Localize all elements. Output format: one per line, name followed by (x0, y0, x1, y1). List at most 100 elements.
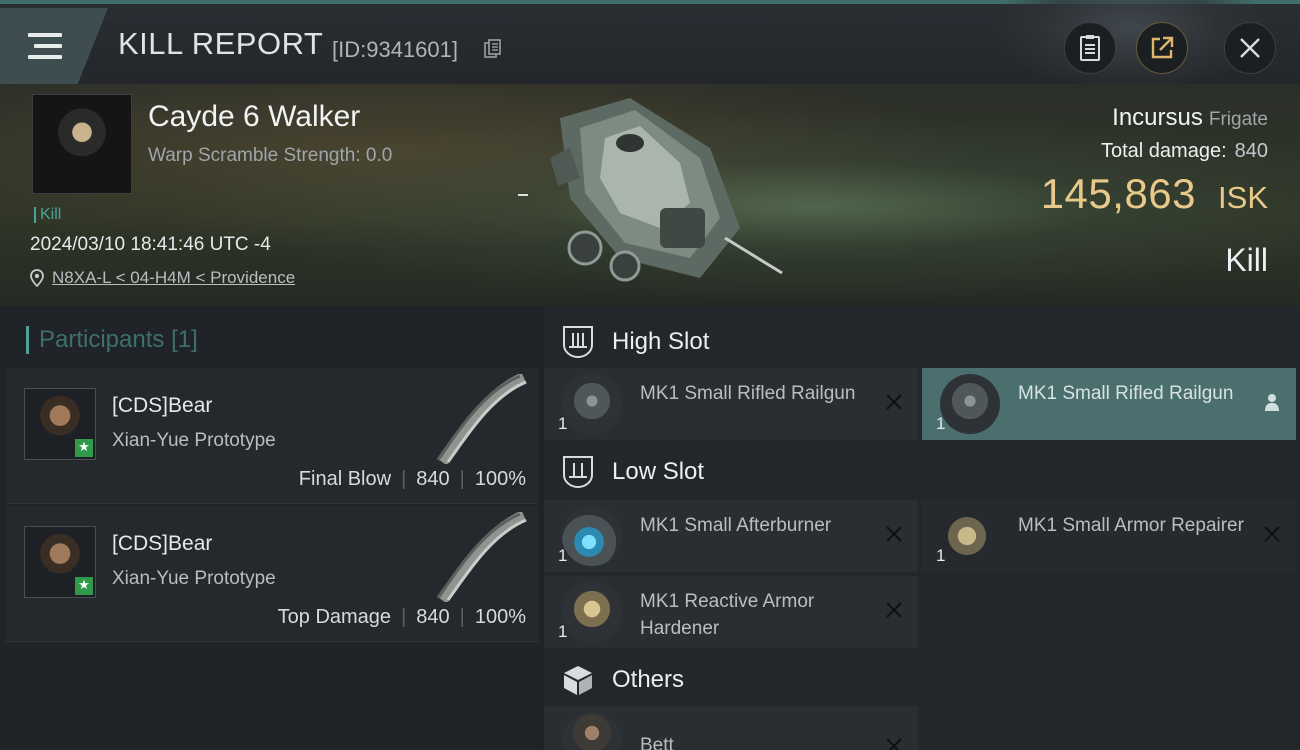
afterburner-icon (562, 506, 622, 566)
module-quantity: 1 (558, 414, 568, 433)
report-id: [ID:9341601] (332, 37, 458, 62)
kill-tag: Kill (34, 206, 61, 224)
fittings-panel: High Slot 1 MK1 Small Rifled Railgun 1 M… (544, 306, 1300, 750)
high-slot-header: High Slot (544, 312, 1300, 372)
participant-name[interactable]: [CDS]Bear (112, 532, 212, 556)
low-slot-header: Low Slot (544, 442, 1300, 502)
remove-x-icon (886, 602, 902, 618)
participants-header: Participants [1] (26, 326, 198, 354)
others-header: Others (544, 650, 1300, 710)
location-pin-icon (30, 269, 44, 287)
victim-banner: Cayde 6 Walker Warp Scramble Strength: 0… (0, 84, 1300, 306)
ship-class: Frigate (1208, 109, 1268, 130)
victim-ship[interactable]: Incursus Frigate (1112, 104, 1268, 132)
stat-separator: | (401, 606, 407, 628)
module-item[interactable]: 1 MK1 Reactive Armor Hardener (544, 576, 918, 648)
victim-avatar[interactable] (32, 94, 132, 194)
low-slot-label: Low Slot (612, 458, 705, 485)
ship-render (550, 98, 783, 282)
module-item-selected[interactable]: 1 MK1 Small Rifled Railgun (922, 368, 1296, 440)
module-name: MK1 Small Armor Repairer (1018, 515, 1244, 536)
module-item[interactable]: Bett (544, 706, 918, 750)
participant-stats: Final Blow | 840 | 100% (299, 468, 526, 491)
high-slot-icon (563, 326, 593, 359)
railgun-icon (940, 374, 1000, 434)
total-damage-label: Total damage: (1100, 140, 1227, 162)
module-name: MK1 Reactive Armor Hardener (640, 591, 815, 639)
participants-accent (26, 326, 29, 354)
close-icon (1240, 38, 1260, 58)
high-slot-label: High Slot (612, 328, 710, 355)
warp-scramble-strength: Warp Scramble Strength: 0.0 (148, 145, 393, 166)
module-item[interactable]: 1 MK1 Small Afterburner (544, 500, 918, 572)
participant-name[interactable]: [CDS]Bear (112, 394, 212, 418)
participant-ship: Xian-Yue Prototype (112, 568, 276, 589)
module-quantity: 1 (936, 546, 946, 565)
remove-x-icon (886, 738, 902, 750)
participant-stats: Top Damage | 840 | 100% (278, 606, 526, 629)
armor-hardener-icon (562, 582, 622, 642)
participant-portrait[interactable]: ★ (24, 526, 96, 598)
armor-repairer-icon (940, 506, 1000, 566)
kill-location[interactable]: N8XA-L < 04-H4M < Providence (30, 268, 295, 288)
others-cube-icon (564, 666, 592, 695)
menu-icon (28, 33, 62, 59)
remove-x-icon (1264, 526, 1280, 542)
remove-x-icon (886, 526, 902, 542)
participant-damage: 840 (416, 606, 450, 628)
participant-card[interactable]: ★ [CDS]Bear Xian-Yue Prototype Top Damag… (6, 506, 538, 642)
page-title: KILL REPORT (118, 26, 324, 61)
location-link[interactable]: N8XA-L < 04-H4M < Providence (52, 268, 295, 288)
module-name: Bett (640, 735, 674, 750)
stat-separator: | (459, 606, 465, 628)
isk-value: 145,863 (1040, 170, 1197, 217)
stat-separator: | (459, 468, 465, 490)
participants-count: [1] (171, 326, 198, 353)
others-label: Others (612, 666, 685, 693)
module-name: MK1 Small Rifled Railgun (1018, 383, 1234, 404)
share-button[interactable] (1136, 22, 1188, 74)
participant-role: Top Damage (277, 606, 392, 628)
participant-ship: Xian-Yue Prototype (112, 430, 276, 451)
module-quantity: 1 (936, 414, 946, 433)
total-damage: Total damage: 840 (1101, 140, 1268, 163)
stat-separator: | (401, 468, 407, 490)
module-item[interactable]: 1 MK1 Small Rifled Railgun (544, 368, 918, 440)
participant-damage: 840 (416, 468, 450, 490)
victim-pilot-name[interactable]: Cayde 6 Walker (148, 100, 360, 134)
module-name: MK1 Small Rifled Railgun (640, 383, 856, 404)
kill-timestamp: 2024/03/10 18:41:46 UTC -4 (30, 234, 271, 255)
isk-unit: ISK (1218, 180, 1268, 215)
participant-role: Final Blow (298, 468, 392, 490)
total-damage-value: 840 (1234, 140, 1268, 162)
participant-percent: 100% (474, 606, 526, 628)
clipboard-button[interactable] (1064, 22, 1116, 74)
railgun-icon (562, 374, 622, 434)
close-button[interactable] (1224, 22, 1276, 74)
remove-x-icon (886, 394, 902, 410)
star-badge-icon: ★ (75, 577, 93, 595)
participants-title: Participants (39, 326, 165, 353)
kill-tag-bar (34, 207, 36, 223)
isk-value-display: 145,863 ISK (1041, 170, 1268, 218)
participant-percent: 100% (474, 468, 526, 490)
copy-id-icon[interactable] (484, 39, 502, 59)
module-quantity: 1 (558, 622, 568, 641)
module-item[interactable]: 1 MK1 Small Armor Repairer (922, 500, 1296, 572)
star-badge-icon: ★ (75, 439, 93, 457)
report-result: Kill (1225, 242, 1268, 278)
module-quantity: 1 (558, 546, 568, 565)
menu-button[interactable] (0, 8, 108, 84)
clipboard-icon (1080, 35, 1100, 61)
module-name: MK1 Small Afterburner (640, 515, 832, 536)
participant-weapon-image (436, 512, 527, 602)
share-icon (1151, 36, 1174, 59)
header-bar: KILL REPORT [ID:9341601] (0, 0, 1300, 94)
participant-portrait[interactable]: ★ (24, 388, 96, 460)
participant-card[interactable]: ★ [CDS]Bear Xian-Yue Prototype Final Blo… (6, 368, 538, 504)
pilot-icon (1265, 394, 1279, 411)
kill-tag-label: Kill (40, 206, 62, 223)
participant-weapon-image (436, 374, 527, 464)
low-slot-icon (563, 456, 593, 489)
crew-portrait-icon (562, 712, 622, 750)
